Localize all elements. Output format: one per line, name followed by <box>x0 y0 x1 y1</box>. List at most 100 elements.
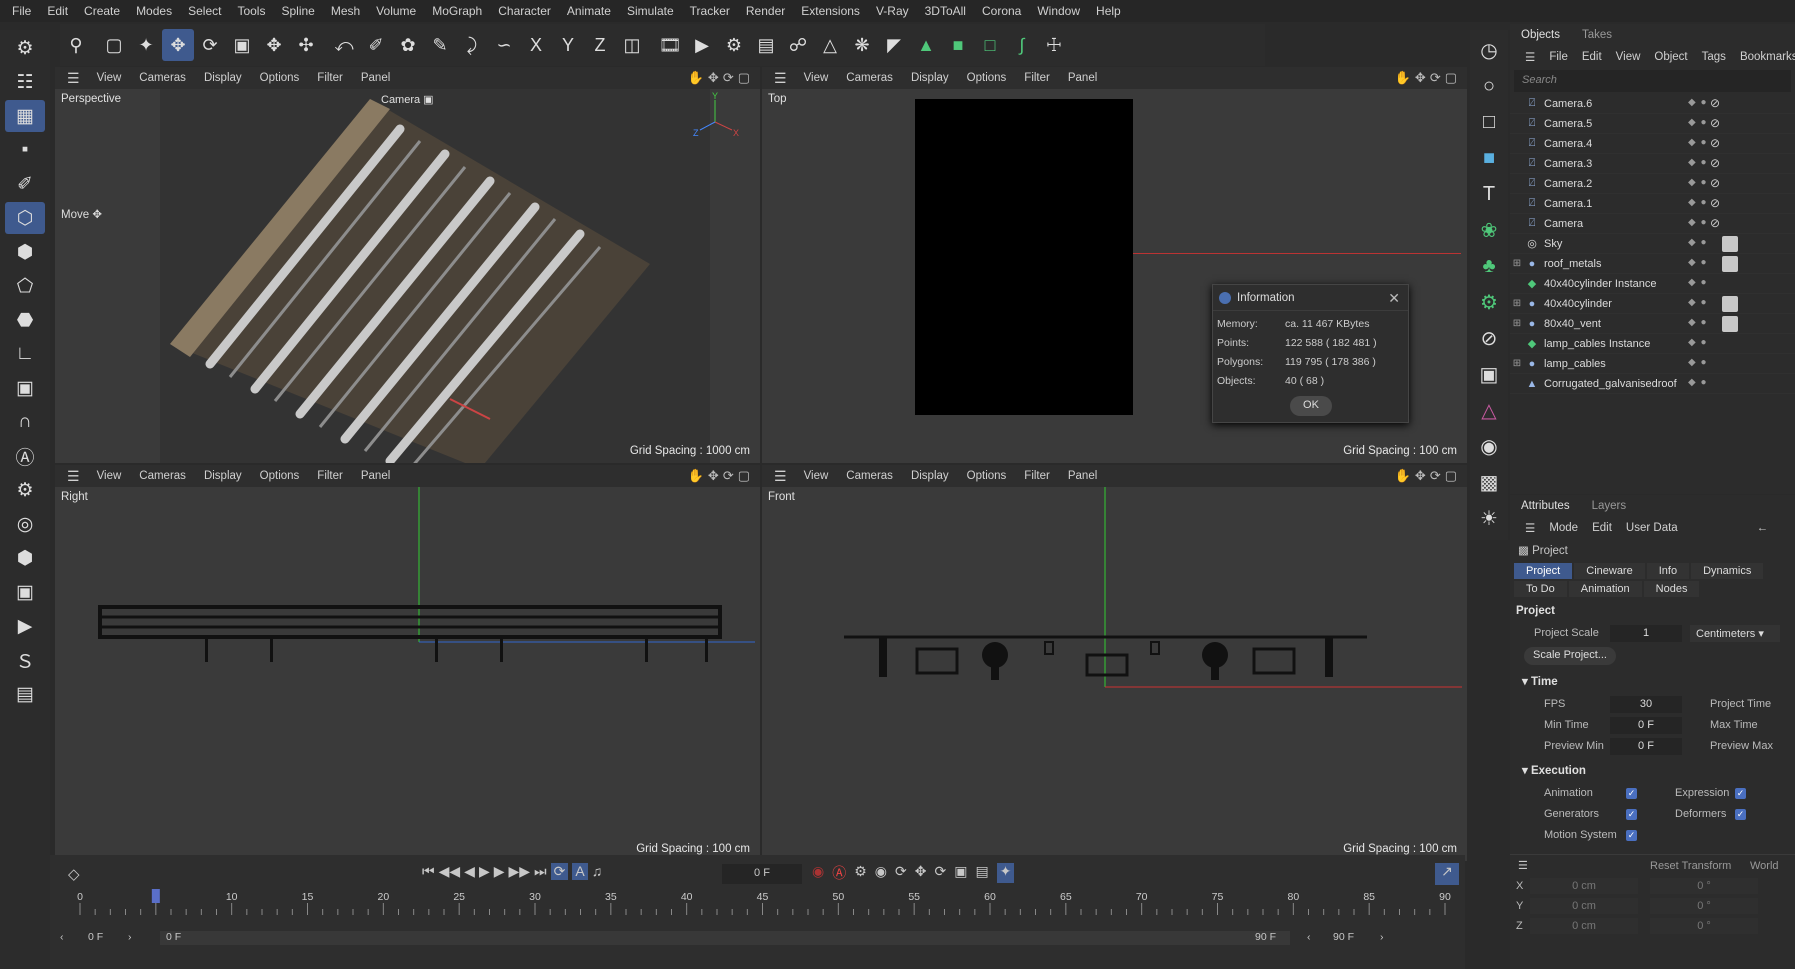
object-row[interactable]: ◎ Sky ◆ ● <box>1510 234 1795 254</box>
polygons-mode-icon[interactable]: ⬣ <box>5 304 45 336</box>
range-start-next-icon[interactable]: › <box>128 931 132 943</box>
camera-icon[interactable]: ▩ <box>1472 466 1506 498</box>
sketch-icon[interactable]: ⤸ <box>456 29 488 61</box>
object-row[interactable]: ◆ 40x40cylinder Instance ◆ ● <box>1510 274 1795 294</box>
param-key-icon[interactable]: ▤ <box>975 863 988 883</box>
visibility-dots-icon[interactable]: ◆ ● <box>1688 277 1708 288</box>
text-icon[interactable]: T <box>1472 178 1506 210</box>
object-name[interactable]: 80x40_vent <box>1540 318 1601 330</box>
object-name[interactable]: Camera.6 <box>1540 98 1592 110</box>
folder-icon[interactable]: ▤ <box>5 678 45 710</box>
visibility-dots-icon[interactable]: ◆ ● <box>1688 297 1708 308</box>
locked-layer-icon[interactable]: ▣ <box>5 576 45 608</box>
fps-field[interactable]: 30 <box>1610 696 1682 713</box>
brush-icon[interactable]: ✐ <box>360 29 392 61</box>
motion-icon[interactable]: ⟳ <box>895 863 907 883</box>
object-row[interactable]: ⍁ Camera.6 ◆ ● ⊘ <box>1510 94 1795 114</box>
viewport-menu-display[interactable]: Display <box>902 72 958 84</box>
viewport-menu-view[interactable]: View <box>795 72 838 84</box>
coordinate-system-icon[interactable]: ◫ <box>616 29 648 61</box>
visibility-dots-icon[interactable]: ◆ ● <box>1688 217 1708 228</box>
y-axis-lock-icon[interactable]: Y <box>552 29 584 61</box>
object-name[interactable]: Camera.1 <box>1540 198 1592 210</box>
units-select[interactable]: Centimeters ▾ <box>1690 625 1780 642</box>
scene-icon[interactable]: ▣ <box>1472 358 1506 390</box>
menu-tracker[interactable]: Tracker <box>682 4 738 18</box>
viewport-menu-filter[interactable]: Filter <box>1015 470 1059 482</box>
object-row[interactable]: ⍁ Camera.2 ◆ ● ⊘ <box>1510 174 1795 194</box>
viewport-menu-filter[interactable]: Filter <box>308 470 352 482</box>
viewport-menu-panel[interactable]: Panel <box>1059 72 1106 84</box>
camera-protection-tag-icon[interactable]: ⊘ <box>1710 156 1720 170</box>
menu-render[interactable]: Render <box>738 4 793 18</box>
right-viewport[interactable]: ☰ View Cameras Display Options Filter Panel ✋✥… <box>55 465 760 861</box>
key-settings-icon[interactable]: ⚙ <box>854 863 867 883</box>
objects-menu-view[interactable]: View <box>1609 51 1648 63</box>
field-icon[interactable]: ⊘ <box>1472 322 1506 354</box>
axis-mode-icon[interactable]: ∟ <box>5 338 45 370</box>
object-name[interactable]: roof_metals <box>1540 258 1601 270</box>
tab-takes[interactable]: Takes <box>1571 29 1623 41</box>
loop-icon[interactable]: ⟳ <box>550 863 569 880</box>
project-scale-field[interactable]: 1 <box>1610 625 1682 642</box>
reset-transform-button[interactable]: Reset Transform <box>1650 860 1731 872</box>
object-name[interactable]: Camera.4 <box>1540 138 1592 150</box>
camera-protection-tag-icon[interactable]: ⊘ <box>1710 216 1720 230</box>
ok-button[interactable]: OK <box>1290 396 1332 416</box>
sound-icon[interactable]: ♫ <box>592 863 603 880</box>
expand-icon[interactable]: ⊞ <box>1510 318 1524 329</box>
prev-key-icon[interactable]: ◀◀ <box>439 863 461 880</box>
light-icon[interactable]: ☀ <box>1472 502 1506 534</box>
range-end-prev-icon[interactable]: ‹ <box>1307 931 1311 943</box>
object-name[interactable]: 40x40cylinder <box>1540 298 1612 310</box>
material-tag-icon[interactable] <box>1722 316 1738 332</box>
object-row[interactable]: ⊞ ● 40x40cylinder ◆ ● <box>1510 294 1795 314</box>
viewport-menu-cameras[interactable]: Cameras <box>837 470 902 482</box>
object-name[interactable]: Camera <box>1540 218 1583 230</box>
hamburger-icon[interactable]: ☰ <box>59 468 88 485</box>
visibility-dots-icon[interactable]: ◆ ● <box>1688 97 1708 108</box>
scale-project-button[interactable]: Scale Project... <box>1524 647 1616 665</box>
material-tag-icon[interactable] <box>1722 256 1738 272</box>
expression-checkbox[interactable]: ✓ <box>1735 788 1746 799</box>
target-icon[interactable]: ◎ <box>5 508 45 540</box>
menu-modes[interactable]: Modes <box>128 4 180 18</box>
tab-layers[interactable]: Layers <box>1581 500 1638 512</box>
menu-animate[interactable]: Animate <box>559 4 619 18</box>
back-arrow-icon[interactable]: ← <box>1750 522 1776 534</box>
keyframe-selection-icon[interactable]: ◉ <box>875 863 887 883</box>
object-row[interactable]: ⍁ Camera.1 ◆ ● ⊘ <box>1510 194 1795 214</box>
subtab-dynamics[interactable]: Dynamics <box>1691 563 1764 579</box>
menu-mograph[interactable]: MoGraph <box>424 4 490 18</box>
visibility-dots-icon[interactable]: ◆ ● <box>1688 137 1708 148</box>
deformers-checkbox[interactable]: ✓ <box>1735 809 1746 820</box>
material-tag-icon[interactable] <box>1722 236 1738 252</box>
play-icon[interactable]: ▶ <box>479 863 490 880</box>
visibility-dots-icon[interactable]: ◆ ● <box>1688 377 1708 388</box>
visibility-dots-icon[interactable]: ◆ ● <box>1688 357 1708 368</box>
scale-tool-icon[interactable]: ▣ <box>226 29 258 61</box>
material-tag-icon[interactable] <box>1722 296 1738 312</box>
s-icon[interactable]: Ｓ <box>5 644 45 676</box>
deformer-icon[interactable]: ⚙ <box>1472 286 1506 318</box>
viewport-menu-options[interactable]: Options <box>251 72 309 84</box>
visibility-dots-icon[interactable]: ◆ ● <box>1688 317 1708 328</box>
search-icon[interactable]: ⚲ <box>60 29 92 61</box>
cube-outline-green-icon[interactable]: □ <box>974 29 1006 61</box>
object-row[interactable]: ⍁ Camera.5 ◆ ● ⊘ <box>1510 114 1795 134</box>
visibility-dots-icon[interactable]: ◆ ● <box>1688 237 1708 248</box>
viewport-menu-view[interactable]: View <box>795 470 838 482</box>
camera-protection-tag-icon[interactable]: ⊘ <box>1710 176 1720 190</box>
object-row[interactable]: ⊞ ● 80x40_vent ◆ ● <box>1510 314 1795 334</box>
magnet-icon[interactable]: ⤺ <box>328 29 360 61</box>
menu-extensions[interactable]: Extensions <box>793 4 868 18</box>
world-select[interactable]: World <box>1750 860 1779 872</box>
next-frame-icon[interactable]: ▶ <box>494 863 505 880</box>
object-name[interactable]: 40x40cylinder Instance <box>1540 278 1657 290</box>
hamburger-icon[interactable]: ☰ <box>1518 50 1542 64</box>
objects-menu-object[interactable]: Object <box>1647 51 1694 63</box>
camera-protection-tag-icon[interactable]: ⊘ <box>1710 196 1720 210</box>
generators-checkbox[interactable]: ✓ <box>1626 809 1637 820</box>
object-name[interactable]: lamp_cables <box>1540 358 1606 370</box>
object-mode-icon[interactable]: ⬡ <box>5 202 45 234</box>
